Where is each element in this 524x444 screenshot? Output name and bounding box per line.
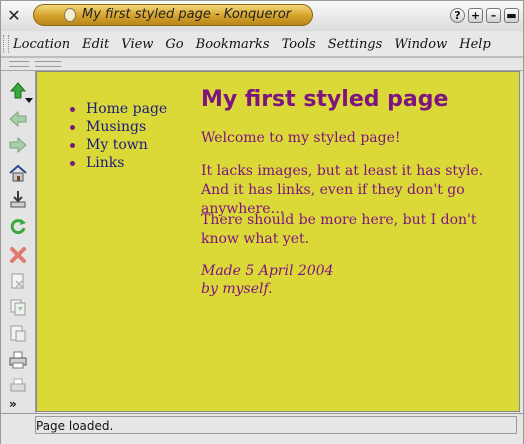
signature-date: Made 5 April 2004 bbox=[201, 263, 334, 279]
toolbar-grip-handle-secondary[interactable] bbox=[35, 61, 61, 67]
menu-tools[interactable]: Tools bbox=[282, 37, 316, 52]
menu-window[interactable]: Window bbox=[394, 37, 447, 52]
signature-block: Made 5 April 2004 by myself. bbox=[201, 262, 334, 298]
menu-bookmarks[interactable]: Bookmarks bbox=[196, 37, 270, 52]
minimize-button[interactable]: – bbox=[486, 8, 501, 23]
maximize-button[interactable]: + bbox=[468, 8, 483, 23]
reload-icon[interactable] bbox=[8, 217, 28, 237]
status-text: Page loaded. bbox=[36, 419, 114, 433]
menu-edit[interactable]: Edit bbox=[82, 37, 109, 52]
up-dropdown-icon[interactable] bbox=[25, 98, 33, 104]
menu-bar: Location Edit View Go Bookmarks Tools Se… bbox=[1, 32, 523, 56]
stop-icon[interactable] bbox=[8, 245, 28, 265]
paragraph-welcome: Welcome to my styled page! bbox=[201, 130, 401, 146]
menu-view[interactable]: View bbox=[121, 37, 153, 52]
window-controls: ? + – ▬ bbox=[450, 8, 519, 23]
print-preview-icon[interactable] bbox=[8, 376, 28, 396]
back-arrow-icon[interactable] bbox=[8, 109, 28, 129]
collapsed-location-toolbar[interactable] bbox=[1, 58, 523, 71]
help-button[interactable]: ? bbox=[450, 8, 465, 23]
nav-link-links[interactable]: Links bbox=[67, 154, 167, 172]
menu-settings[interactable]: Settings bbox=[328, 37, 383, 52]
home-icon[interactable] bbox=[8, 163, 28, 183]
close-button[interactable]: ▬ bbox=[504, 8, 519, 23]
main-toolbar: » bbox=[1, 71, 36, 414]
signature-author: by myself. bbox=[201, 281, 273, 297]
toolbar-grip-handle[interactable] bbox=[9, 61, 29, 67]
paste-icon[interactable] bbox=[8, 323, 28, 343]
menu-help[interactable]: Help bbox=[459, 37, 491, 52]
view-right-edge bbox=[520, 71, 523, 412]
window-title-pill: My first styled page - Konqueror bbox=[33, 4, 313, 26]
toolbar-overflow-button[interactable]: » bbox=[9, 397, 17, 411]
konqueror-shell-icon bbox=[64, 8, 76, 22]
cut-icon[interactable] bbox=[8, 271, 28, 291]
nav-link-musings[interactable]: Musings bbox=[67, 118, 167, 136]
status-bar: Page loaded. bbox=[1, 413, 523, 444]
chevron-double-down-icon: » bbox=[9, 397, 17, 411]
download-icon[interactable] bbox=[8, 189, 28, 209]
print-icon[interactable] bbox=[8, 350, 28, 370]
title-bar[interactable]: ✕ My first styled page - Konqueror ? + –… bbox=[1, 1, 523, 31]
nav-link-home[interactable]: Home page bbox=[67, 100, 167, 118]
menu-location[interactable]: Location bbox=[13, 37, 70, 52]
window-menu-close-icon[interactable]: ✕ bbox=[5, 7, 23, 25]
menubar-grip-handle[interactable] bbox=[3, 35, 9, 53]
menu-go[interactable]: Go bbox=[165, 37, 183, 52]
nav-link-my-town[interactable]: My town bbox=[67, 136, 167, 154]
konqueror-window: ✕ My first styled page - Konqueror ? + –… bbox=[0, 0, 524, 444]
page-heading: My first styled page bbox=[201, 87, 449, 112]
forward-arrow-icon[interactable] bbox=[8, 135, 28, 155]
window-title: My first styled page - Konqueror bbox=[82, 7, 292, 22]
html-view: Home page Musings My town Links My first… bbox=[36, 71, 520, 412]
nav-list: Home page Musings My town Links bbox=[67, 100, 167, 172]
paragraph-more: There should be more here, but I don't k… bbox=[201, 212, 477, 247]
copy-icon[interactable] bbox=[8, 297, 28, 317]
